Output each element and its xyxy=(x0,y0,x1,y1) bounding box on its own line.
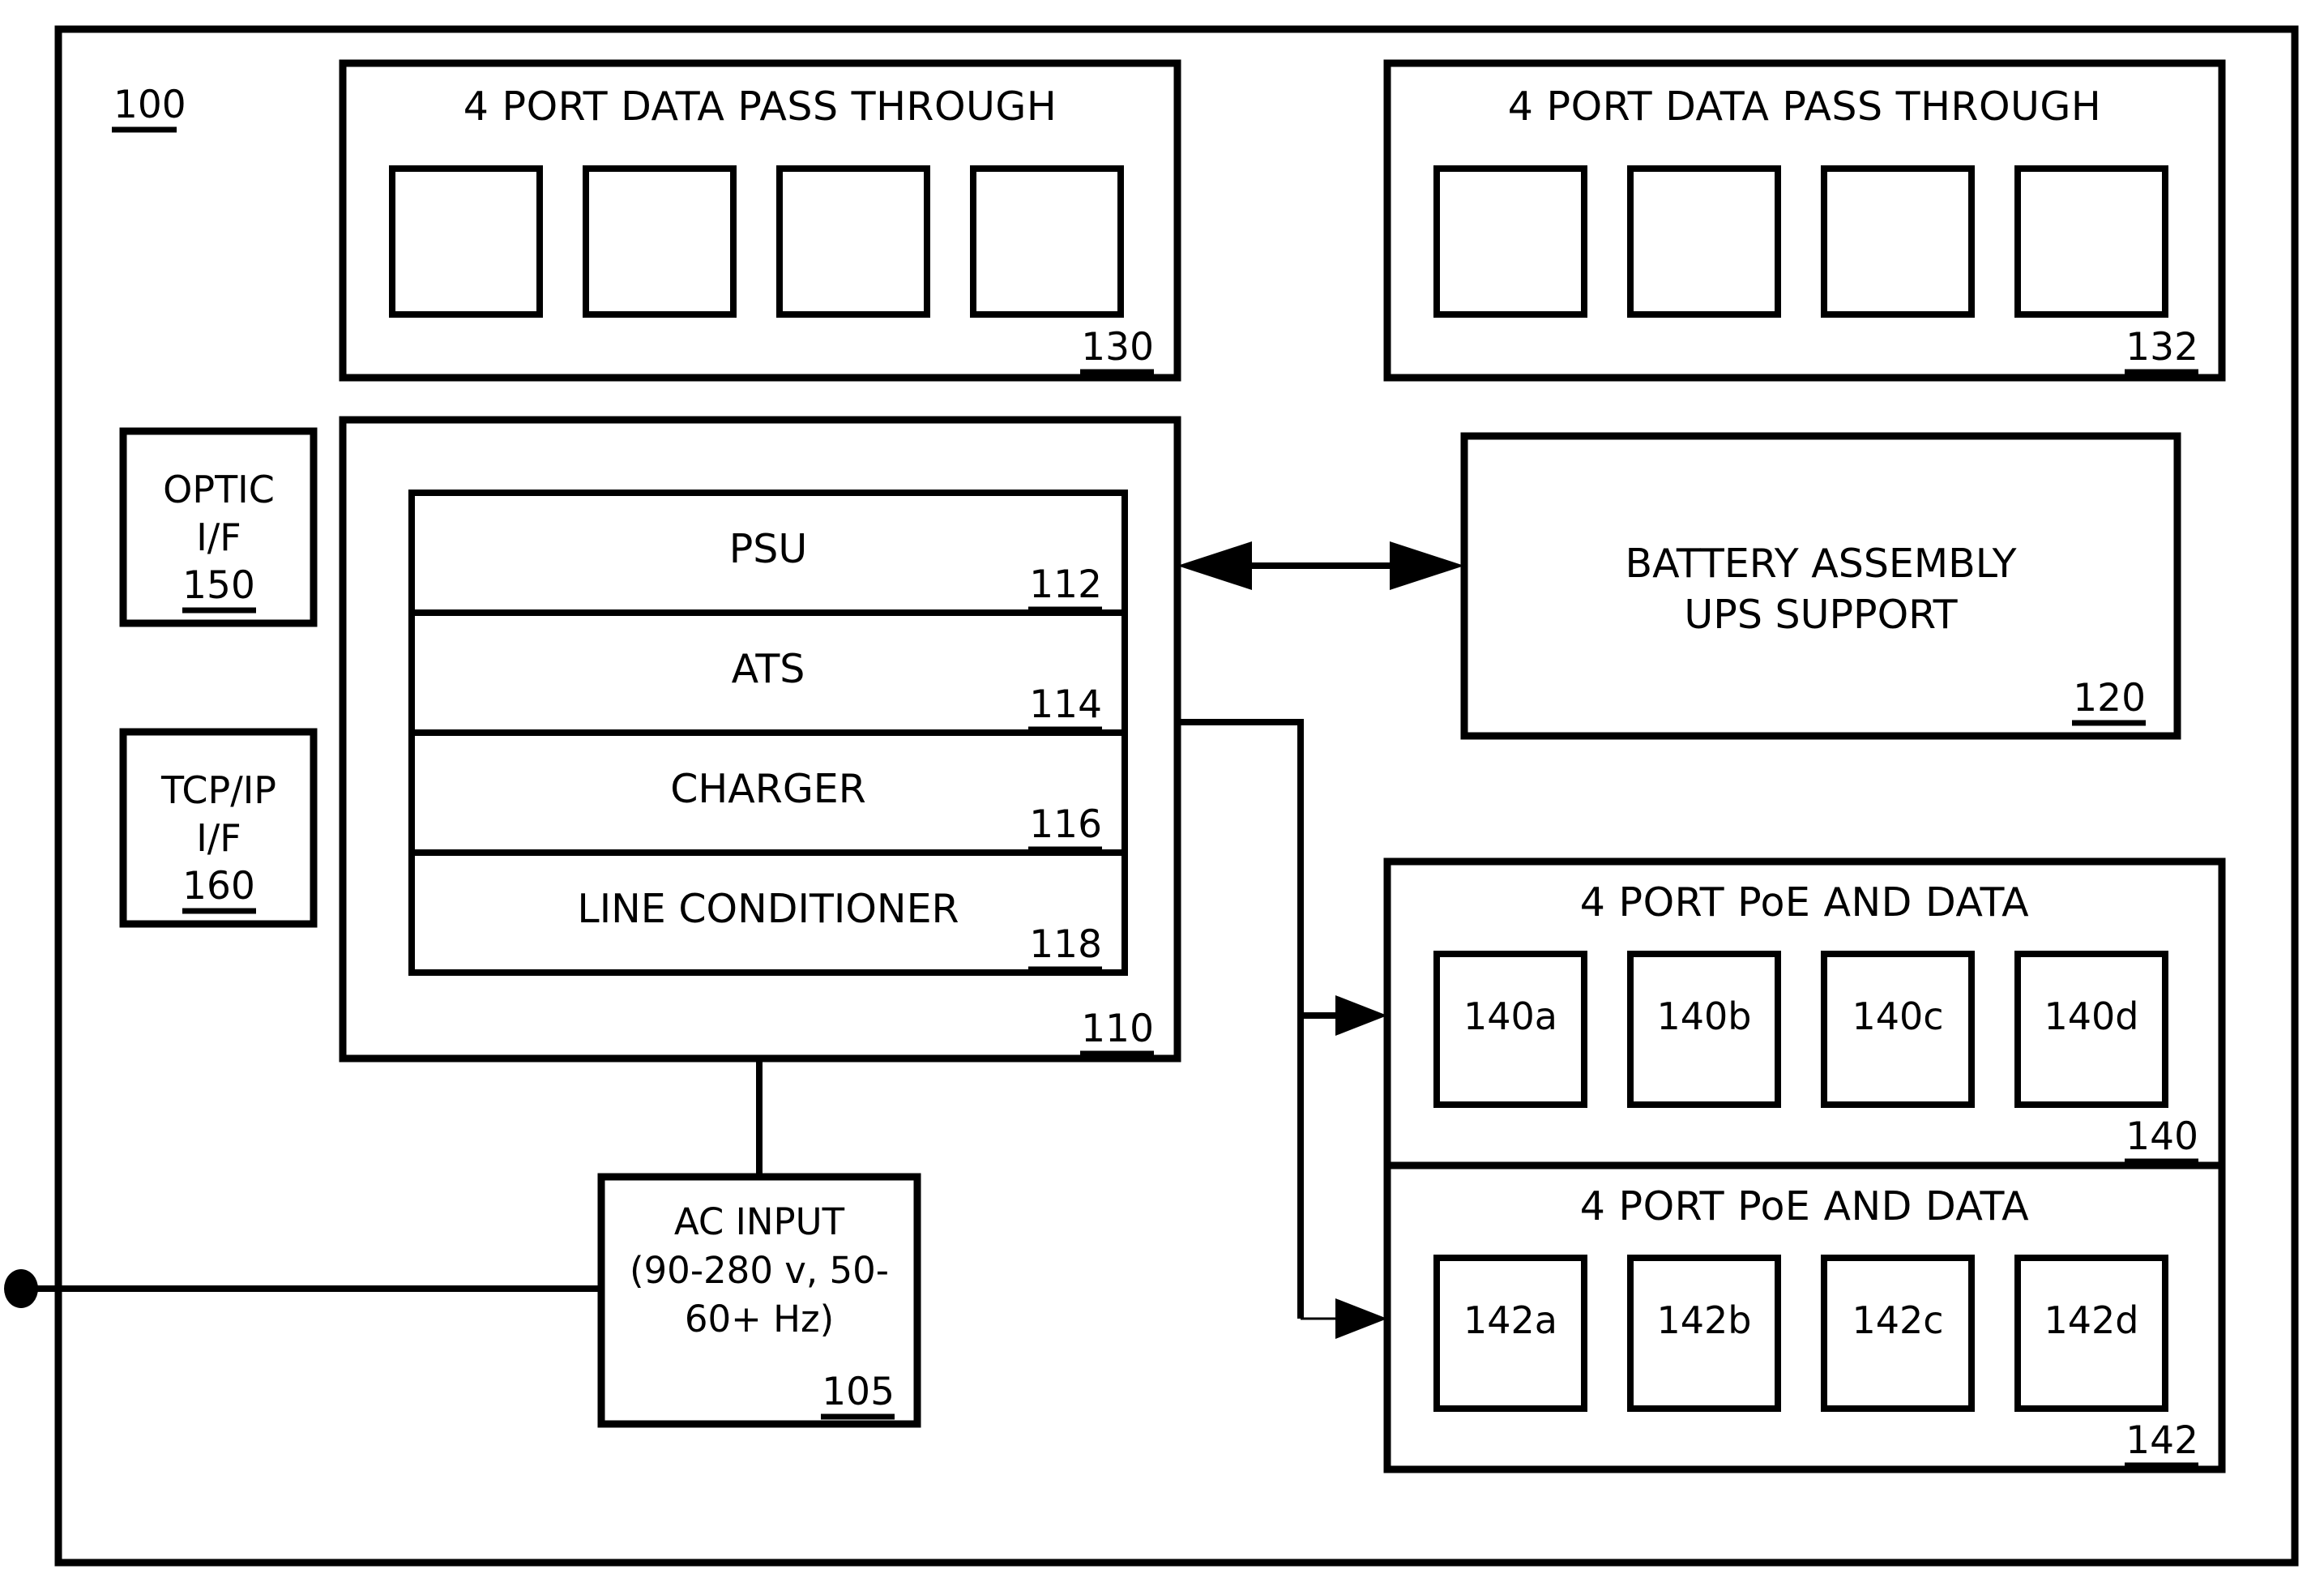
module-line-conditioner-ref: 118 xyxy=(1029,922,1102,967)
pass-through-right-port-3[interactable] xyxy=(1821,165,1975,318)
tcpip-interface-line2: I/F xyxy=(196,816,241,860)
module-ats-ref: 114 xyxy=(1029,682,1102,727)
power-battery-arrow-right-head xyxy=(1390,541,1464,590)
poe-upper-ref: 140 xyxy=(2125,1114,2198,1159)
ac-input-ref: 105 xyxy=(822,1370,895,1414)
poe-lower-port-142d-label: 142d xyxy=(2044,1298,2139,1342)
module-charger-ref: 116 xyxy=(1029,802,1102,847)
poe-lower-ref: 142 xyxy=(2125,1418,2198,1463)
pass-through-right-port-1[interactable] xyxy=(1433,165,1587,318)
poe-lower-port-142b-label: 142b xyxy=(1657,1298,1752,1342)
ac-input-line2: (90-280 v, 50- xyxy=(630,1249,889,1292)
module-line-conditioner-label: LINE CONDITIONER xyxy=(577,886,959,932)
power-unit-ref: 110 xyxy=(1081,1007,1154,1051)
pass-through-right-ref: 132 xyxy=(2125,325,2198,370)
optic-interface-ref: 150 xyxy=(182,563,255,608)
tcpip-interface-line1: TCP/IP xyxy=(160,768,276,812)
module-charger-label: CHARGER xyxy=(670,766,866,812)
module-psu-label: PSU xyxy=(729,526,808,572)
battery-assembly-line1: BATTERY ASSEMBLY xyxy=(1625,541,2017,587)
poe-upper-title: 4 PORT PoE AND DATA xyxy=(1580,879,2029,926)
poe-upper-port-140a-label: 140a xyxy=(1463,994,1557,1038)
module-psu-ref: 112 xyxy=(1029,562,1102,607)
pass-through-right-port-2[interactable] xyxy=(1627,165,1781,318)
battery-assembly-line2: UPS SUPPORT xyxy=(1684,592,1958,638)
pass-through-left-port-1[interactable] xyxy=(389,165,543,318)
module-ats-label: ATS xyxy=(732,646,805,692)
pass-through-left-port-2[interactable] xyxy=(583,165,737,318)
power-battery-arrow-left xyxy=(1177,541,1252,590)
pass-through-left-title: 4 PORT DATA PASS THROUGH xyxy=(464,83,1057,130)
poe-lower-feed-arrow xyxy=(1335,1298,1387,1339)
ac-input-line1: AC INPUT xyxy=(674,1200,845,1243)
ac-mains-terminal-dot xyxy=(4,1269,38,1308)
pass-through-left-ref: 130 xyxy=(1081,325,1154,370)
figure-canvas: 100 4 PORT DATA PASS THROUGH 130 4 PORT … xyxy=(0,0,2324,1595)
pass-through-right-port-4[interactable] xyxy=(2014,165,2168,318)
poe-lower-port-142a-label: 142a xyxy=(1463,1298,1557,1342)
poe-upper-port-140b-label: 140b xyxy=(1657,994,1752,1038)
pass-through-left-port-4[interactable] xyxy=(970,165,1124,318)
poe-upper-port-140c-label: 140c xyxy=(1852,994,1943,1038)
poe-lower-port-142c-label: 142c xyxy=(1852,1298,1943,1342)
battery-assembly-ref: 120 xyxy=(2073,676,2146,721)
pass-through-right-title: 4 PORT DATA PASS THROUGH xyxy=(1508,83,2101,130)
optic-interface-line1: OPTIC xyxy=(163,468,275,511)
poe-upper-feed-arrow xyxy=(1335,995,1387,1036)
poe-upper-port-140d-label: 140d xyxy=(2044,994,2139,1038)
figure-ref-label: 100 xyxy=(113,83,186,127)
tcpip-interface-ref: 160 xyxy=(182,864,255,909)
block-diagram: 100 4 PORT DATA PASS THROUGH 130 4 PORT … xyxy=(4,25,2299,1567)
poe-lower-title: 4 PORT PoE AND DATA xyxy=(1580,1183,2029,1229)
pass-through-left-port-3[interactable] xyxy=(776,165,930,318)
ac-input-line3: 60+ Hz) xyxy=(685,1298,834,1341)
optic-interface-line2: I/F xyxy=(196,515,241,559)
poe-feed-trunk xyxy=(1177,719,1304,1319)
